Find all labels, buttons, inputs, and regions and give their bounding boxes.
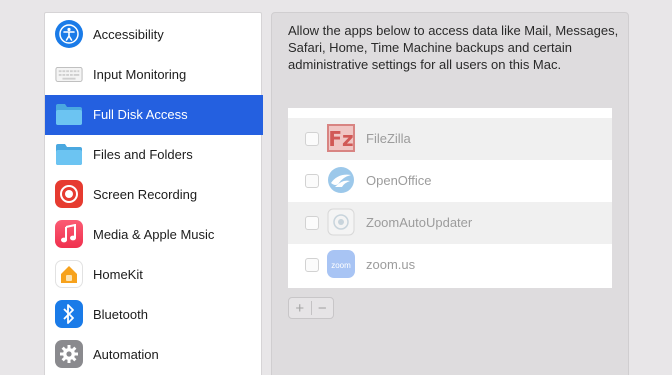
sidebar-item-automation[interactable]: Automation — [45, 335, 263, 375]
app-row-zoomautoupdater[interactable]: ZoomAutoUpdater — [288, 202, 612, 244]
sidebar-item-full-disk-access[interactable]: Full Disk Access — [45, 95, 263, 135]
add-remove-control: + − — [288, 297, 334, 319]
sidebar-item-bluetooth[interactable]: Bluetooth — [45, 295, 263, 335]
sidebar-item-homekit[interactable]: HomeKit — [45, 255, 263, 295]
app-name: OpenOffice — [366, 173, 432, 188]
add-app-button[interactable]: + — [289, 298, 311, 318]
app-checkbox[interactable] — [305, 132, 319, 146]
app-name: ZoomAutoUpdater — [366, 215, 473, 230]
sidebar-item-input-monitoring[interactable]: Input Monitoring — [45, 55, 263, 95]
sidebar-item-label: HomeKit — [93, 267, 143, 282]
sidebar-item-label: Accessibility — [93, 27, 164, 42]
accessibility-icon — [55, 20, 83, 48]
app-checkbox[interactable] — [305, 216, 319, 230]
music-note-icon — [55, 220, 83, 248]
folder-icon — [55, 140, 83, 168]
folder-icon — [55, 100, 83, 128]
sidebar-item-accessibility[interactable]: Accessibility — [45, 15, 263, 55]
zoom-updater-icon — [326, 207, 356, 237]
sidebar-item-label: Bluetooth — [93, 307, 148, 322]
app-checkbox[interactable] — [305, 258, 319, 272]
sidebar-item-media-apple-music[interactable]: Media & Apple Music — [45, 215, 263, 255]
zoom-icon: zoom — [326, 249, 356, 279]
access-description: Allow the apps below to access data like… — [288, 23, 619, 72]
home-icon — [55, 260, 83, 288]
app-checkbox[interactable] — [305, 174, 319, 188]
svg-text:Fz: Fz — [328, 127, 353, 151]
bluetooth-icon — [55, 300, 83, 328]
privacy-sidebar: Accessibility Input Monitoring Full Disk… — [44, 12, 263, 375]
sidebar-item-label: Automation — [93, 347, 159, 362]
app-row-zoom-us[interactable]: zoom zoom.us — [288, 244, 612, 286]
sidebar-item-label: Media & Apple Music — [93, 227, 215, 242]
app-row-openoffice[interactable]: OpenOffice — [288, 160, 612, 202]
gear-icon — [55, 340, 83, 368]
app-list[interactable]: Fz FileZilla OpenOffice ZoomAutoUpdater … — [288, 108, 612, 288]
openoffice-icon — [326, 165, 356, 195]
sidebar-item-label: Input Monitoring — [93, 67, 187, 82]
remove-app-button[interactable]: − — [312, 298, 334, 318]
app-row-filezilla[interactable]: Fz FileZilla — [288, 118, 612, 160]
app-name: zoom.us — [366, 257, 416, 272]
filezilla-icon: Fz — [326, 123, 356, 153]
sidebar-item-files-and-folders[interactable]: Files and Folders — [45, 135, 263, 175]
zoom-icon-text: zoom — [331, 261, 351, 270]
sidebar-item-screen-recording[interactable]: Screen Recording — [45, 175, 263, 215]
sidebar-item-label: Files and Folders — [93, 147, 193, 162]
sidebar-item-label: Screen Recording — [93, 187, 198, 202]
sidebar-item-label: Full Disk Access — [93, 107, 188, 122]
keyboard-icon — [55, 60, 83, 88]
app-name: FileZilla — [366, 131, 411, 146]
record-icon — [55, 180, 83, 208]
